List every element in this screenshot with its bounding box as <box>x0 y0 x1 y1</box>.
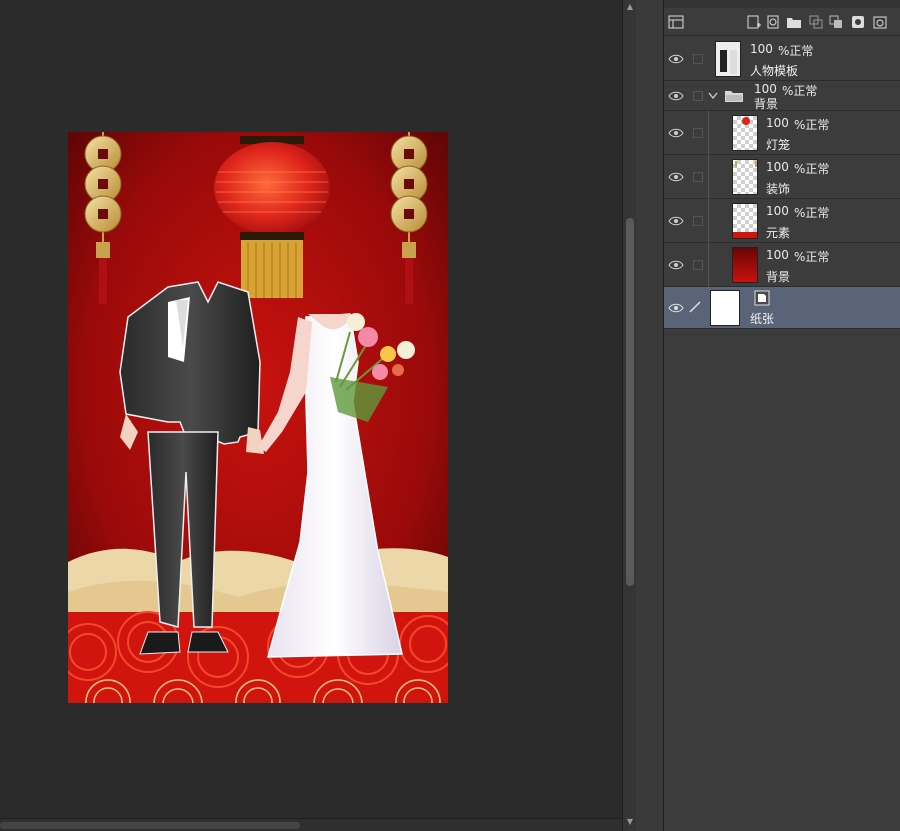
layer-row-background[interactable]: 100 %正常 背景 <box>664 243 900 287</box>
folder-indent-line <box>708 111 709 155</box>
layer-blend-mode: %正常 <box>794 206 830 220</box>
layer-row-elements[interactable]: 100 %正常 元素 <box>664 199 900 243</box>
panel-header-strip <box>664 0 900 8</box>
chevron-down-icon[interactable] <box>708 92 718 100</box>
layer-row-lantern[interactable]: 100 %正常 灯笼 <box>664 111 900 155</box>
eye-icon[interactable] <box>668 259 684 271</box>
layer-row-paper[interactable]: 纸张 <box>664 287 900 329</box>
layer-name: 人物模板 <box>750 64 799 78</box>
delete-layer-icon[interactable] <box>872 14 888 30</box>
panel-divider <box>636 0 664 831</box>
scroll-down-icon[interactable]: ▼ <box>625 817 635 827</box>
layer-blend-mode: %正常 <box>794 118 830 132</box>
layer-opacity: 100 <box>754 82 777 96</box>
new-vector-layer-icon[interactable] <box>766 14 782 30</box>
eye-icon[interactable] <box>668 90 684 102</box>
layer-row-decoration[interactable]: 100 %正常 装饰 <box>664 155 900 199</box>
scroll-up-icon[interactable]: ▲ <box>625 2 635 12</box>
layer-opacity: 100 <box>766 204 789 218</box>
canvas-workspace[interactable] <box>0 0 622 818</box>
layer-name: 背景 <box>766 270 791 284</box>
layer-name: 灯笼 <box>766 138 791 152</box>
layer-opacity: 100 <box>766 116 789 130</box>
new-folder-icon[interactable] <box>786 14 802 30</box>
folder-indent-line <box>708 199 709 243</box>
layer-name: 纸张 <box>750 312 775 326</box>
layer-lock-toggle[interactable] <box>693 128 703 138</box>
eye-icon[interactable] <box>668 171 684 183</box>
layer-thumbnail <box>732 159 758 195</box>
eye-icon[interactable] <box>668 302 684 314</box>
layer-row-figure-template[interactable]: 100 %正常 人物模板 <box>664 37 900 81</box>
eye-icon[interactable] <box>668 215 684 227</box>
mask-icon[interactable] <box>850 14 866 30</box>
layer-toolbar <box>664 8 900 36</box>
layer-thumbnail <box>715 41 741 77</box>
eye-icon[interactable] <box>668 53 684 65</box>
layer-lock-toggle[interactable] <box>693 54 703 64</box>
wedding-poster-artwork <box>68 132 448 703</box>
layer-thumbnail <box>732 115 758 151</box>
new-raster-layer-icon[interactable] <box>746 14 762 30</box>
folder-indent-line <box>708 155 709 199</box>
layer-lock-toggle[interactable] <box>693 260 703 270</box>
layer-blend-mode: %正常 <box>794 250 830 264</box>
layer-opacity: 100 <box>750 42 773 56</box>
panel-menu-icon[interactable] <box>668 14 684 30</box>
poster-canvas[interactable] <box>68 132 448 703</box>
layer-blend-mode: %正常 <box>794 162 830 176</box>
layer-thumbnail <box>710 290 740 326</box>
canvas-horizontal-scrollbar[interactable] <box>0 818 622 831</box>
layer-lock-toggle[interactable] <box>693 91 703 101</box>
scrollbar-thumb[interactable] <box>626 218 634 586</box>
layer-name: 装饰 <box>766 182 791 196</box>
layer-name: 元素 <box>766 226 791 240</box>
merge-layer-icon[interactable] <box>808 14 824 30</box>
layer-lock-toggle[interactable] <box>693 172 703 182</box>
folder-icon <box>725 91 743 102</box>
paper-icon <box>754 290 770 306</box>
layer-row-background-folder[interactable]: 100 %正常 背景 <box>664 81 900 111</box>
folder-indent-line <box>708 243 709 287</box>
eye-icon[interactable] <box>668 127 684 139</box>
layer-opacity: 100 <box>766 248 789 262</box>
copy-layer-icon[interactable] <box>828 14 844 30</box>
layer-blend-mode: %正常 <box>782 84 818 98</box>
layer-name: 背景 <box>754 97 779 111</box>
pen-icon <box>689 301 701 313</box>
layer-thumbnail <box>732 247 758 283</box>
layer-opacity: 100 <box>766 160 789 174</box>
horizontal-scrollbar-thumb[interactable] <box>0 822 300 829</box>
canvas-vertical-scrollbar[interactable]: ▲ ▼ <box>622 0 636 831</box>
layer-blend-mode: %正常 <box>778 44 814 58</box>
layer-lock-toggle[interactable] <box>693 216 703 226</box>
layer-panel: 100 %正常 人物模板 100 %正常 背景 100 %正常 灯笼 100 %… <box>664 0 900 831</box>
layer-thumbnail <box>732 203 758 239</box>
